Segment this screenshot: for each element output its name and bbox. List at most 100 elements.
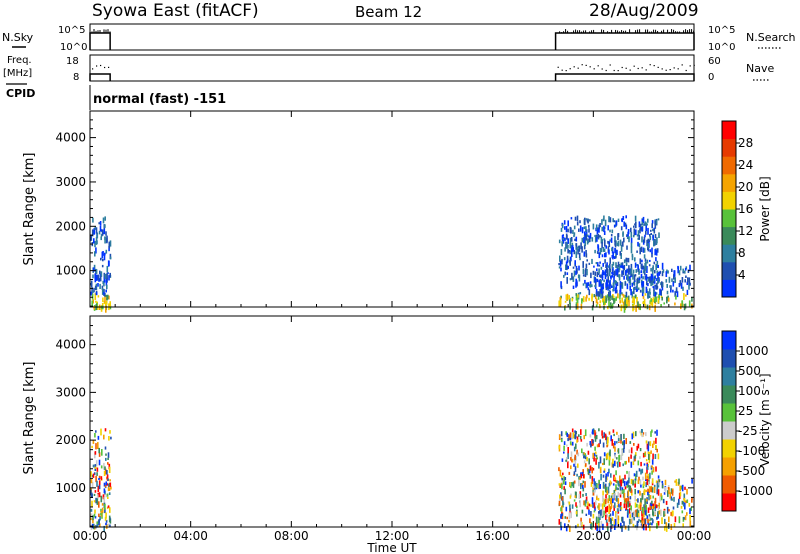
echo-point: [571, 298, 574, 302]
echo-point: [584, 481, 586, 488]
noise-right-tick-top: 10^5: [708, 25, 735, 36]
echo-point: [658, 479, 661, 483]
echo-point: [643, 248, 646, 253]
echo-point: [597, 233, 599, 239]
echo-point: [105, 231, 107, 236]
echo-point: [641, 236, 643, 243]
echo-point: [672, 282, 675, 287]
echo-point: [654, 234, 657, 239]
echo-point: [104, 296, 106, 303]
noise-tick-bottom: 10^0: [60, 42, 87, 53]
echo-point: [642, 476, 644, 481]
echo-point: [588, 262, 591, 265]
echo-point: [583, 226, 586, 230]
echo-point: [639, 247, 641, 255]
echo-point: [654, 454, 657, 459]
echo-point: [644, 258, 647, 262]
echo-point: [661, 517, 663, 524]
echo-point: [613, 220, 616, 223]
echo-point: [570, 485, 572, 489]
echo-point: [98, 480, 101, 485]
echo-point: [646, 281, 648, 286]
echo-point: [685, 294, 687, 297]
echo-point: [629, 441, 632, 444]
freq-dot: [589, 66, 591, 68]
echo-point: [648, 454, 650, 460]
y-tick-label: 1000: [55, 264, 86, 278]
echo-point: [644, 510, 647, 515]
echo-point: [617, 261, 620, 268]
echo-point: [641, 218, 644, 222]
echo-point: [621, 218, 623, 222]
freq-dot: [673, 67, 675, 69]
echo-point: [639, 504, 642, 511]
echo-point: [589, 465, 592, 471]
echo-point: [595, 304, 598, 307]
echo-point: [598, 224, 600, 230]
x-tick-label: 04:00: [173, 529, 208, 543]
echo-point: [569, 504, 571, 511]
echo-point: [569, 441, 572, 445]
echo-point: [576, 303, 579, 310]
echo-point: [632, 461, 635, 466]
echo-point: [578, 274, 581, 282]
echo-point: [614, 502, 616, 509]
echo-point: [558, 445, 560, 449]
echo-point: [634, 262, 637, 268]
freq-window: [554, 73, 695, 81]
echo-point: [579, 292, 582, 295]
echo-point: [636, 250, 638, 253]
echo-point: [571, 458, 574, 463]
echo-point: [604, 239, 606, 247]
echo-point: [605, 519, 608, 523]
echo-point: [609, 517, 612, 524]
echo-point: [630, 478, 633, 485]
echo-point: [630, 454, 632, 459]
echo-point: [661, 262, 664, 270]
echo-point: [564, 237, 566, 241]
power-scatter: [90, 215, 693, 313]
echo-point: [637, 490, 639, 494]
echo-point: [631, 282, 634, 287]
echo-point: [587, 218, 589, 224]
echo-point: [671, 268, 673, 272]
echo-point: [573, 463, 575, 467]
echo-point: [574, 434, 577, 440]
echo-point: [630, 447, 633, 454]
echo-point: [593, 265, 595, 268]
echo-point: [640, 498, 642, 503]
velocity-colorbar-swatch: [722, 367, 736, 386]
echo-point: [686, 512, 688, 516]
velocity-scatter: [90, 428, 693, 533]
echo-point: [107, 457, 109, 460]
echo-point: [96, 467, 99, 472]
echo-point: [575, 443, 577, 449]
echo-point: [575, 270, 577, 275]
echo-point: [622, 232, 624, 237]
echo-point: [601, 430, 603, 436]
echo-point: [623, 259, 626, 264]
echo-point: [564, 516, 567, 519]
echo-point: [671, 278, 673, 282]
echo-point: [630, 242, 633, 248]
power-colorbar-swatch: [722, 226, 736, 245]
echo-point: [677, 265, 679, 269]
echo-point: [611, 272, 613, 275]
y-tick-label: 2000: [55, 219, 86, 233]
echo-point: [617, 293, 619, 299]
echo-point: [665, 279, 668, 283]
echo-point: [634, 495, 636, 502]
cpid-value: normal (fast) -151: [93, 92, 226, 107]
echo-point: [653, 486, 656, 493]
echo-point: [617, 233, 619, 240]
echo-point: [645, 489, 647, 493]
echo-point: [679, 265, 682, 271]
echo-point: [101, 503, 104, 506]
echo-point: [625, 503, 628, 510]
echo-point: [627, 257, 630, 263]
power-colorbar-swatch: [722, 209, 736, 228]
echo-point: [655, 296, 657, 302]
echo-point: [612, 483, 615, 486]
echo-point: [98, 513, 100, 517]
echo-point: [621, 449, 623, 456]
